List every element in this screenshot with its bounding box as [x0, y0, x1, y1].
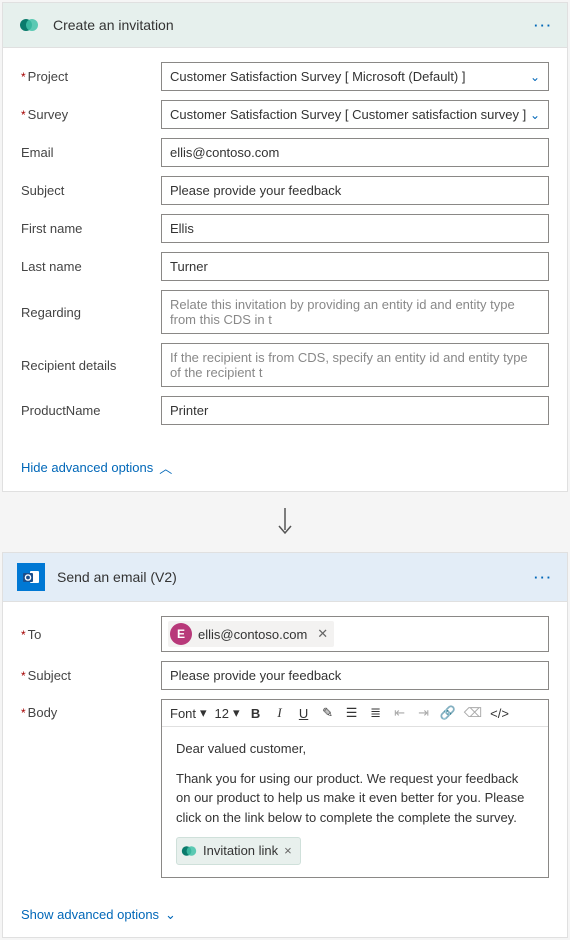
regarding-field[interactable]: Relate this invitation by providing an e… — [161, 290, 549, 334]
row-product: ProductName Printer — [21, 396, 549, 425]
bold-button[interactable]: B — [248, 706, 264, 721]
subject-field[interactable]: Please provide your feedback — [161, 176, 549, 205]
card2-menu[interactable]: ··· — [534, 570, 553, 585]
label-lastname: Last name — [21, 259, 82, 274]
row-lastname: Last name Turner — [21, 252, 549, 281]
row-to: *To E ellis@contoso.com ✕ — [21, 616, 549, 652]
size-select[interactable]: 12 ▾ — [215, 705, 240, 721]
row-recipient: Recipient details If the recipient is fr… — [21, 343, 549, 387]
row-subject2: *Subject Please provide your feedback — [21, 661, 549, 690]
font-select[interactable]: Font ▾ — [170, 705, 207, 721]
label-product: ProductName — [21, 403, 100, 418]
chevron-up-icon: ︿ — [159, 458, 172, 477]
row-firstname: First name Ellis — [21, 214, 549, 243]
label-subject: Subject — [21, 183, 64, 198]
to-field[interactable]: E ellis@contoso.com ✕ — [161, 616, 549, 652]
row-regarding: Regarding Relate this invitation by prov… — [21, 290, 549, 334]
hide-advanced-toggle[interactable]: Hide advanced options︿ — [3, 446, 567, 491]
body-greeting: Dear valued customer, — [176, 739, 534, 759]
card1-header[interactable]: Create an invitation ··· — [3, 3, 567, 48]
link-button[interactable]: 🔗 — [440, 705, 456, 721]
show-advanced-toggle[interactable]: Show advanced options⌄ — [3, 895, 567, 937]
flow-arrow — [0, 494, 570, 550]
email-field[interactable]: ellis@contoso.com — [161, 138, 549, 167]
send-email-card: Send an email (V2) ··· *To E ellis@conto… — [2, 552, 568, 938]
survey-select[interactable]: Customer Satisfaction Survey [ Customer … — [161, 100, 549, 129]
rte-toolbar: Font ▾ 12 ▾ B I U ✎ ☰ ≣ ⇤ ⇥ 🔗 ⌫ </> — [162, 700, 548, 727]
number-list-button[interactable]: ≣ — [368, 705, 384, 721]
label-recipient: Recipient details — [21, 358, 116, 373]
recipient-field[interactable]: If the recipient is from CDS, specify an… — [161, 343, 549, 387]
customer-voice-icon — [181, 843, 197, 859]
row-subject: Subject Please provide your feedback — [21, 176, 549, 205]
outlook-icon — [17, 563, 45, 591]
subject2-field[interactable]: Please provide your feedback — [161, 661, 549, 690]
label-subject2: Subject — [28, 668, 71, 683]
caret-down-icon: ▾ — [200, 705, 207, 721]
card2-header[interactable]: Send an email (V2) ··· — [3, 553, 567, 602]
label-regarding: Regarding — [21, 305, 81, 320]
code-view-button[interactable]: </> — [490, 706, 509, 721]
caret-down-icon: ▾ — [233, 705, 240, 721]
clear-format-button[interactable]: ⌫ — [464, 705, 482, 721]
label-email: Email — [21, 145, 54, 160]
product-field[interactable]: Printer — [161, 396, 549, 425]
label-project: Project — [28, 69, 68, 84]
remove-recipient-icon[interactable]: ✕ — [317, 626, 328, 642]
card1-menu[interactable]: ··· — [534, 18, 553, 33]
avatar: E — [170, 623, 192, 645]
customer-voice-icon — [17, 13, 41, 37]
remove-token-icon[interactable]: × — [284, 841, 292, 861]
card1-title: Create an invitation — [53, 17, 534, 33]
card1-body: *Project Customer Satisfaction Survey [ … — [3, 48, 567, 446]
firstname-field[interactable]: Ellis — [161, 214, 549, 243]
create-invitation-card: Create an invitation ··· *Project Custom… — [2, 2, 568, 492]
chevron-down-icon: ⌄ — [530, 108, 540, 122]
body-paragraph: Thank you for using our product. We requ… — [176, 769, 534, 828]
chevron-down-icon: ⌄ — [165, 907, 176, 923]
body-content[interactable]: Dear valued customer, Thank you for usin… — [162, 727, 548, 877]
lastname-field[interactable]: Turner — [161, 252, 549, 281]
card2-title: Send an email (V2) — [57, 569, 534, 585]
project-select[interactable]: Customer Satisfaction Survey [ Microsoft… — [161, 62, 549, 91]
indent-button[interactable]: ⇥ — [416, 705, 432, 721]
outdent-button[interactable]: ⇤ — [392, 705, 408, 721]
recipient-pill[interactable]: E ellis@contoso.com ✕ — [168, 621, 334, 647]
italic-button[interactable]: I — [272, 705, 288, 721]
label-to: To — [28, 627, 42, 642]
underline-button[interactable]: U — [296, 706, 312, 721]
body-editor: Font ▾ 12 ▾ B I U ✎ ☰ ≣ ⇤ ⇥ 🔗 ⌫ </> — [161, 699, 549, 878]
row-survey: *Survey Customer Satisfaction Survey [ C… — [21, 100, 549, 129]
chevron-down-icon: ⌄ — [530, 70, 540, 84]
highlight-button[interactable]: ✎ — [320, 705, 336, 721]
row-body: *Body Font ▾ 12 ▾ B I U ✎ ☰ ≣ ⇤ ⇥ 🔗 — [21, 699, 549, 878]
card2-body: *To E ellis@contoso.com ✕ *Subject Pleas… — [3, 602, 567, 895]
invitation-link-token[interactable]: Invitation link × — [176, 837, 301, 865]
bullet-list-button[interactable]: ☰ — [344, 705, 360, 721]
recipient-email: ellis@contoso.com — [198, 627, 307, 642]
row-email: Email ellis@contoso.com — [21, 138, 549, 167]
label-firstname: First name — [21, 221, 82, 236]
label-survey: Survey — [28, 107, 68, 122]
row-project: *Project Customer Satisfaction Survey [ … — [21, 62, 549, 91]
label-body: Body — [28, 705, 58, 720]
